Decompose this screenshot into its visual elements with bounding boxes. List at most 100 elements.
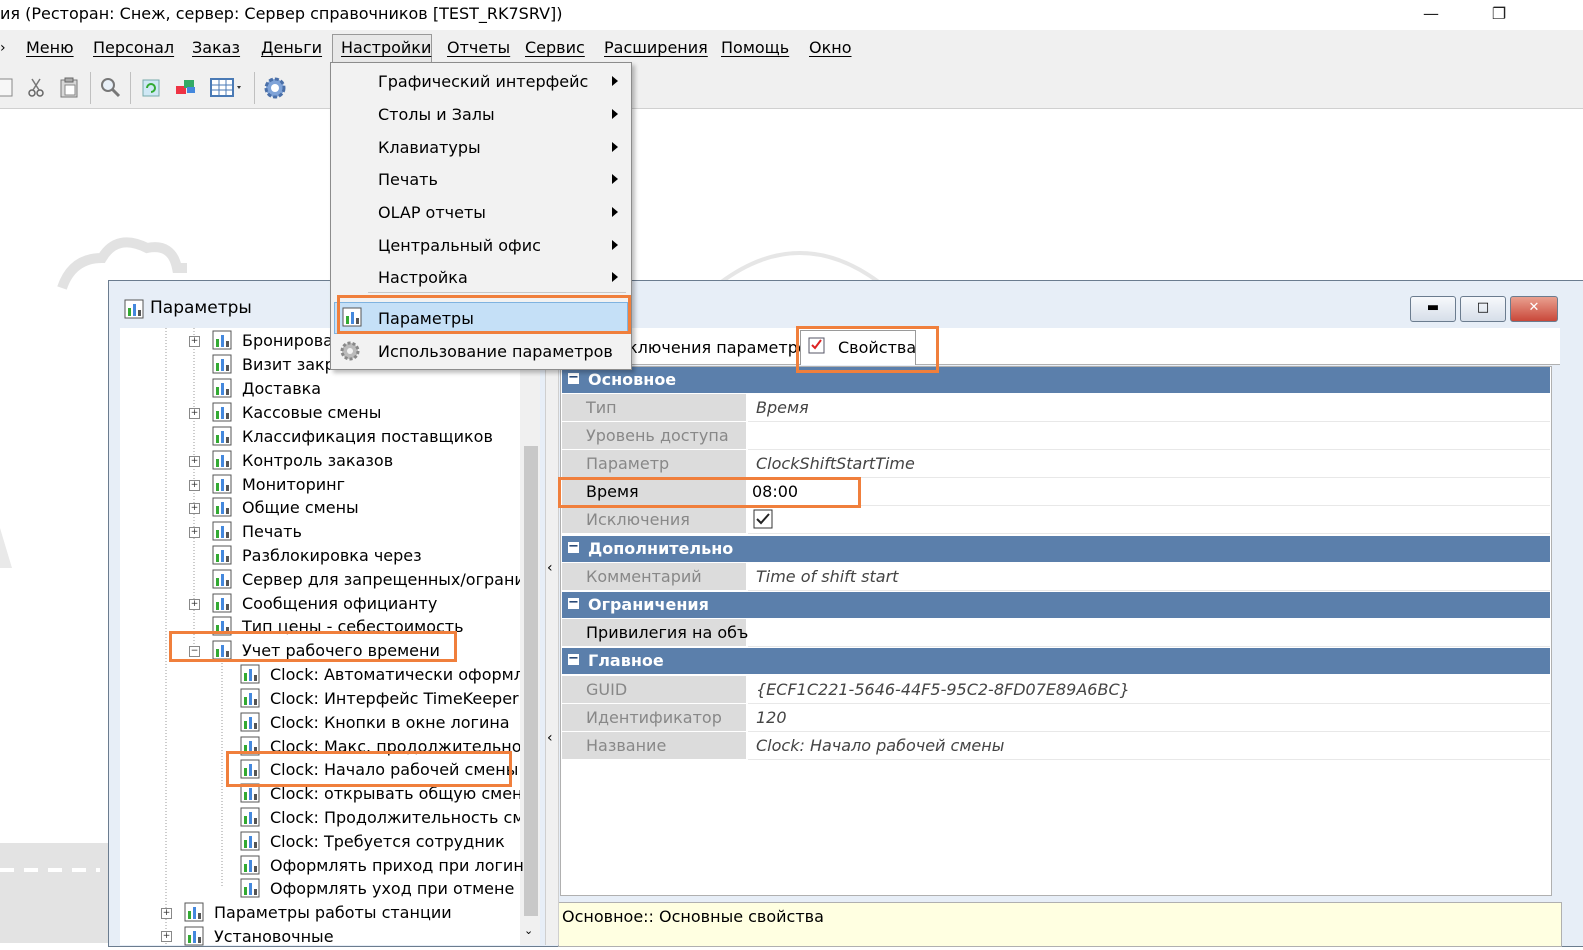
restore-button[interactable]: ❐ — [1476, 0, 1522, 30]
prop-value-parameter: ClockShiftStartTime — [748, 450, 1550, 478]
menu-item-menu[interactable]: Меню — [26, 38, 74, 57]
category-main[interactable]: − Основное — [562, 367, 1550, 393]
submenu-arrow-icon — [612, 76, 618, 86]
tree-node[interactable]: Разблокировка через — [242, 546, 422, 565]
menu-item-extensions[interactable]: Расширения — [604, 38, 708, 57]
menu-item-money[interactable]: Деньги — [261, 38, 322, 57]
window-minimize-button[interactable]: ▬ — [1410, 296, 1456, 322]
expand-icon[interactable]: + — [161, 908, 172, 919]
submenu-arrow-icon — [612, 142, 618, 152]
prop-name-exceptions: Исключения — [562, 506, 746, 534]
tree-node[interactable]: Бронирован — [242, 331, 343, 350]
prop-name-title: Название — [562, 732, 746, 760]
tree-node[interactable]: Сервер для запрещенных/ограничен — [242, 570, 520, 589]
prop-value-time[interactable]: 08:00 — [748, 478, 1550, 506]
parameter-folder-icon — [212, 640, 232, 660]
expand-icon[interactable]: + — [189, 503, 200, 514]
menu-item-parameters[interactable]: Параметры — [378, 309, 474, 328]
collapse-icon[interactable]: − — [568, 371, 579, 384]
tab-parameter-usage[interactable]: ключения параметров — [628, 338, 817, 357]
grid-icon[interactable] — [209, 76, 245, 98]
chevron-down-icon[interactable]: ⌄ — [524, 924, 533, 937]
tree-node[interactable]: Печать — [242, 522, 302, 541]
tree-node[interactable]: Мониторинг — [242, 475, 345, 494]
exceptions-checkbox[interactable] — [753, 509, 773, 529]
tree-node[interactable]: Классификация поставщиков — [242, 427, 493, 446]
tree-node[interactable]: Доставка — [242, 379, 321, 398]
tree-node-work-time[interactable]: Учет рабочего времени — [242, 641, 440, 660]
tree-node[interactable]: Сообщения официанту — [242, 594, 437, 613]
tree-node[interactable]: Визит закр — [242, 355, 335, 374]
menu-item-setup[interactable]: Настройка — [378, 268, 468, 287]
prop-value-privilege[interactable] — [748, 619, 1550, 647]
tree-scrollbar-thumb[interactable] — [524, 446, 538, 916]
expand-icon[interactable]: + — [161, 931, 172, 942]
expand-icon[interactable]: + — [189, 599, 200, 610]
parameter-icon — [240, 759, 260, 779]
description-text: Основное:: Основные свойства — [562, 907, 824, 926]
menu-item-settings[interactable]: Настройки — [341, 38, 431, 57]
tree-node[interactable]: Контроль заказов — [242, 451, 393, 470]
menu-item-help[interactable]: Помощь — [721, 38, 789, 57]
collapse-left-icon[interactable]: ‹ — [547, 560, 553, 576]
menu-item-reports[interactable]: Отчеты — [447, 38, 510, 57]
cut-icon[interactable] — [25, 76, 47, 98]
category-general[interactable]: − Главное — [562, 648, 1550, 674]
transfer-icon[interactable] — [174, 76, 196, 98]
tree-node[interactable]: Кассовые смены — [242, 403, 381, 422]
category-extra[interactable]: − Дополнительно — [562, 536, 1550, 562]
expand-icon[interactable]: + — [189, 527, 200, 538]
window-maximize-button[interactable]: □ — [1460, 296, 1506, 322]
category-limits[interactable]: − Ограничения — [562, 592, 1550, 618]
tree-node[interactable]: Тип цены - себестоимость — [242, 617, 464, 636]
collapse-icon[interactable]: − — [568, 596, 579, 609]
expand-icon[interactable]: + — [189, 408, 200, 419]
tree-node[interactable]: Оформлять уход при отмене реги — [270, 879, 520, 898]
prop-value-access-level[interactable] — [748, 422, 1550, 450]
paste-icon[interactable] — [58, 76, 80, 98]
collapse-icon[interactable]: − — [568, 540, 579, 553]
parameter-folder-icon — [212, 593, 232, 613]
gear-icon[interactable] — [263, 76, 286, 99]
tree-node[interactable]: Clock: Интерфейс TimeKeeper — [270, 689, 519, 708]
tree-node[interactable]: Clock: Автоматически оформлять — [270, 665, 520, 684]
menu-item-olap-reports[interactable]: OLAP отчеты — [378, 203, 486, 222]
tree-node[interactable]: Clock: Макс. продолжительность — [270, 737, 520, 756]
parameter-icon — [212, 354, 232, 374]
menu-item-service[interactable]: Сервис — [525, 38, 585, 57]
tree-node[interactable]: Оформлять приход при логине — [270, 856, 534, 875]
collapse-icon[interactable]: − — [568, 652, 579, 665]
menu-item-window[interactable]: Окно — [809, 38, 852, 57]
menu-item-keyboards[interactable]: Клавиатуры — [378, 138, 481, 157]
menu-item-printing[interactable]: Печать — [378, 170, 438, 189]
search-icon[interactable] — [99, 76, 121, 98]
parameter-icon — [240, 831, 260, 851]
tree-node[interactable]: Clock: открывать общую смену п — [270, 784, 520, 803]
expand-icon[interactable]: + — [189, 456, 200, 467]
collapse-icon[interactable]: − — [189, 646, 200, 657]
parameter-icon — [212, 616, 232, 636]
tree-node[interactable]: Общие смены — [242, 498, 359, 517]
menu-item-graphical-interface[interactable]: Графический интерфейс — [378, 72, 588, 91]
menu-item-central-office[interactable]: Центральный офис — [378, 236, 541, 255]
menu-item-tables-halls[interactable]: Столы и Залы — [378, 105, 495, 124]
collapse-left-icon[interactable]: ‹ — [547, 730, 553, 746]
refresh-icon[interactable] — [140, 76, 162, 98]
expand-icon[interactable]: + — [189, 480, 200, 491]
page-icon[interactable] — [0, 76, 22, 98]
panel-splitter[interactable] — [545, 328, 559, 945]
menu-item-parameter-usage[interactable]: Использование параметров — [378, 342, 613, 361]
expand-icon[interactable]: + — [189, 336, 200, 347]
tree-node-shift-start[interactable]: Clock: Начало рабочей смены — [270, 760, 518, 779]
prop-value-comment[interactable]: Time of shift start — [748, 563, 1550, 591]
tree-node[interactable]: Установочные — [214, 927, 334, 945]
submenu-arrow-icon — [612, 207, 618, 217]
tree-node[interactable]: Clock: Продолжительность смен — [270, 808, 520, 827]
tree-node[interactable]: Clock: Требуется сотрудник — [270, 832, 505, 851]
menu-item-staff[interactable]: Персонал — [93, 38, 174, 57]
tree-node[interactable]: Параметры работы станции — [214, 903, 452, 922]
minimize-button[interactable]: — — [1408, 0, 1454, 30]
window-close-button[interactable]: ✕ — [1510, 296, 1558, 322]
menu-item-order[interactable]: Заказ — [192, 38, 240, 57]
tree-node[interactable]: Clock: Кнопки в окне логина — [270, 713, 510, 732]
